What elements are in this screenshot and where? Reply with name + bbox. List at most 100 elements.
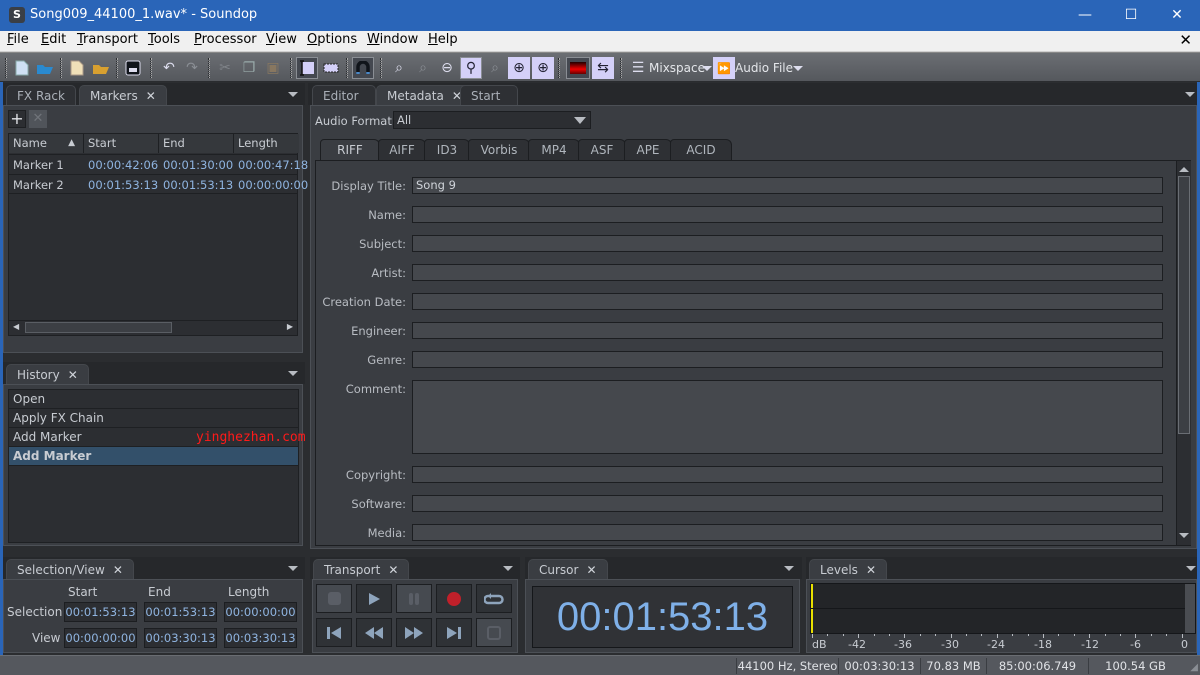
tab-fx-rack[interactable]: FX Rack — [6, 85, 76, 105]
creation-date-field[interactable] — [412, 293, 1163, 310]
undo-icon[interactable]: ↶ — [158, 57, 180, 79]
tab-start[interactable]: Start — [460, 85, 518, 105]
menu-processor[interactable]: Processor — [194, 32, 257, 47]
tab-cursor[interactable]: Cursor ✕ — [528, 559, 608, 579]
tab-transport[interactable]: Transport ✕ — [313, 559, 410, 579]
column-header-end[interactable]: End — [159, 134, 234, 153]
view-length-field[interactable]: 00:03:30:13 — [224, 628, 297, 648]
cursor-time-display[interactable]: 00:01:53:13 — [532, 586, 793, 648]
new-project-icon[interactable] — [66, 57, 88, 79]
fast-forward-button[interactable] — [396, 618, 432, 647]
maximize-button[interactable]: ☐ — [1108, 0, 1154, 31]
scrollbar-thumb[interactable] — [25, 322, 172, 333]
menu-edit[interactable]: Edit — [41, 32, 66, 47]
marker-row[interactable]: Marker 2 00:01:53:13 00:01:53:13 00:00:0… — [9, 174, 308, 194]
resize-grip-icon[interactable]: ◢ — [1190, 662, 1198, 673]
tab-editor[interactable]: Editor — [312, 85, 376, 105]
column-header-start[interactable]: Start — [84, 134, 159, 153]
engineer-field[interactable] — [412, 322, 1163, 339]
snap-magnet-icon[interactable] — [352, 57, 374, 79]
zoom-in-icon[interactable]: ⊕ — [508, 57, 530, 79]
audio-file-dropdown-icon[interactable] — [793, 66, 803, 71]
tab-markers[interactable]: Markers ✕ — [79, 85, 167, 105]
cut-icon[interactable]: ✂ — [214, 57, 236, 79]
toolbar-grip[interactable] — [5, 58, 7, 78]
history-item-selected[interactable]: Add Marker — [9, 447, 298, 466]
menu-tools[interactable]: Tools — [148, 32, 180, 47]
format-tab-riff[interactable]: RIFF — [320, 139, 380, 160]
time-selection-tool-icon[interactable] — [296, 57, 318, 79]
format-tab-acid[interactable]: ACID — [670, 139, 732, 160]
audio-file-button[interactable]: Audio File — [735, 61, 793, 75]
close-button[interactable]: ✕ — [1154, 0, 1200, 31]
view-start-field[interactable]: 00:00:00:00 — [64, 628, 137, 648]
menu-window[interactable]: Window — [367, 32, 418, 47]
zoom-out-full-icon[interactable]: ⌕ — [412, 57, 434, 79]
save-icon[interactable] — [122, 57, 144, 79]
column-header-name[interactable]: Name ▲ — [9, 134, 84, 153]
close-document-icon[interactable]: ✕ — [1179, 31, 1192, 49]
play-button[interactable] — [356, 584, 392, 613]
close-tab-icon[interactable]: ✕ — [68, 368, 78, 382]
selection-length-field[interactable]: 00:00:00:00 — [224, 602, 297, 622]
panel-menu-icon[interactable] — [288, 92, 298, 97]
format-tab-ape[interactable]: APE — [624, 139, 672, 160]
display-title-field[interactable]: Song 9 — [412, 177, 1163, 194]
copy-icon[interactable]: ❐ — [238, 57, 260, 79]
scroll-down-icon[interactable] — [1179, 533, 1189, 538]
artist-field[interactable] — [412, 264, 1163, 281]
clip-indicator[interactable] — [1185, 584, 1195, 633]
scroll-left-icon[interactable]: ◀ — [13, 322, 19, 331]
punch-button[interactable] — [476, 618, 512, 647]
loop-button[interactable] — [476, 584, 512, 613]
column-header-length[interactable]: Length — [234, 134, 299, 153]
go-to-start-button[interactable] — [316, 618, 352, 647]
mixspace-button[interactable]: Mixspace — [649, 61, 705, 75]
name-field[interactable] — [412, 206, 1163, 223]
add-marker-button[interactable]: + — [8, 110, 26, 128]
close-tab-icon[interactable]: ✕ — [866, 563, 876, 577]
history-item[interactable]: Open — [9, 390, 298, 409]
zoom-tool-icon[interactable]: ⚲ — [460, 57, 482, 79]
format-tab-asf[interactable]: ASF — [578, 139, 626, 160]
panel-menu-icon[interactable] — [288, 566, 298, 571]
audio-file-icon[interactable]: ⏩ — [713, 57, 735, 79]
selection-start-field[interactable]: 00:01:53:13 — [64, 602, 137, 622]
horizontal-scrollbar[interactable]: ◀ ▶ — [9, 320, 297, 335]
zoom-fit-icon[interactable]: ⊖ — [436, 57, 458, 79]
panel-menu-icon[interactable] — [784, 566, 794, 571]
selection-end-field[interactable]: 00:01:53:13 — [144, 602, 217, 622]
genre-field[interactable] — [412, 351, 1163, 368]
paste-icon[interactable]: ▣ — [262, 57, 284, 79]
view-end-field[interactable]: 00:03:30:13 — [144, 628, 217, 648]
zoom-vertical-icon[interactable]: ⌕ — [484, 57, 506, 79]
mixspace-dropdown-icon[interactable] — [702, 66, 712, 71]
scroll-up-icon[interactable] — [1179, 167, 1189, 172]
marker-row[interactable]: Marker 1 00:00:42:06 00:01:30:00 00:00:4… — [9, 154, 308, 174]
rewind-button[interactable] — [356, 618, 392, 647]
panel-menu-icon[interactable] — [503, 566, 513, 571]
open-project-icon[interactable] — [90, 57, 112, 79]
history-item[interactable]: Apply FX Chain — [9, 409, 298, 428]
delete-marker-button[interactable]: ✕ — [29, 110, 47, 128]
menu-options[interactable]: Options — [307, 32, 357, 47]
redo-icon[interactable]: ↷ — [181, 57, 203, 79]
panel-menu-icon[interactable] — [1186, 566, 1196, 571]
marquee-selection-tool-icon[interactable] — [320, 57, 342, 79]
format-tab-id3[interactable]: ID3 — [424, 139, 470, 160]
subject-field[interactable] — [412, 235, 1163, 252]
close-tab-icon[interactable]: ✕ — [388, 563, 398, 577]
open-file-icon[interactable] — [34, 57, 56, 79]
tab-levels[interactable]: Levels ✕ — [809, 559, 887, 579]
comment-field[interactable] — [412, 380, 1163, 454]
new-file-icon[interactable] — [11, 57, 33, 79]
format-tab-vorbis[interactable]: Vorbis — [468, 139, 530, 160]
menu-transport[interactable]: Transport — [77, 32, 138, 47]
media-field[interactable] — [412, 524, 1163, 541]
tab-selection-view[interactable]: Selection/View ✕ — [6, 559, 134, 579]
zoom-in-vertical-icon[interactable]: ⊕ — [532, 57, 554, 79]
spectrum-view-icon[interactable] — [566, 57, 590, 79]
close-tab-icon[interactable]: ✕ — [586, 563, 596, 577]
tab-history[interactable]: History ✕ — [6, 364, 89, 384]
scroll-right-icon[interactable]: ▶ — [287, 322, 293, 331]
